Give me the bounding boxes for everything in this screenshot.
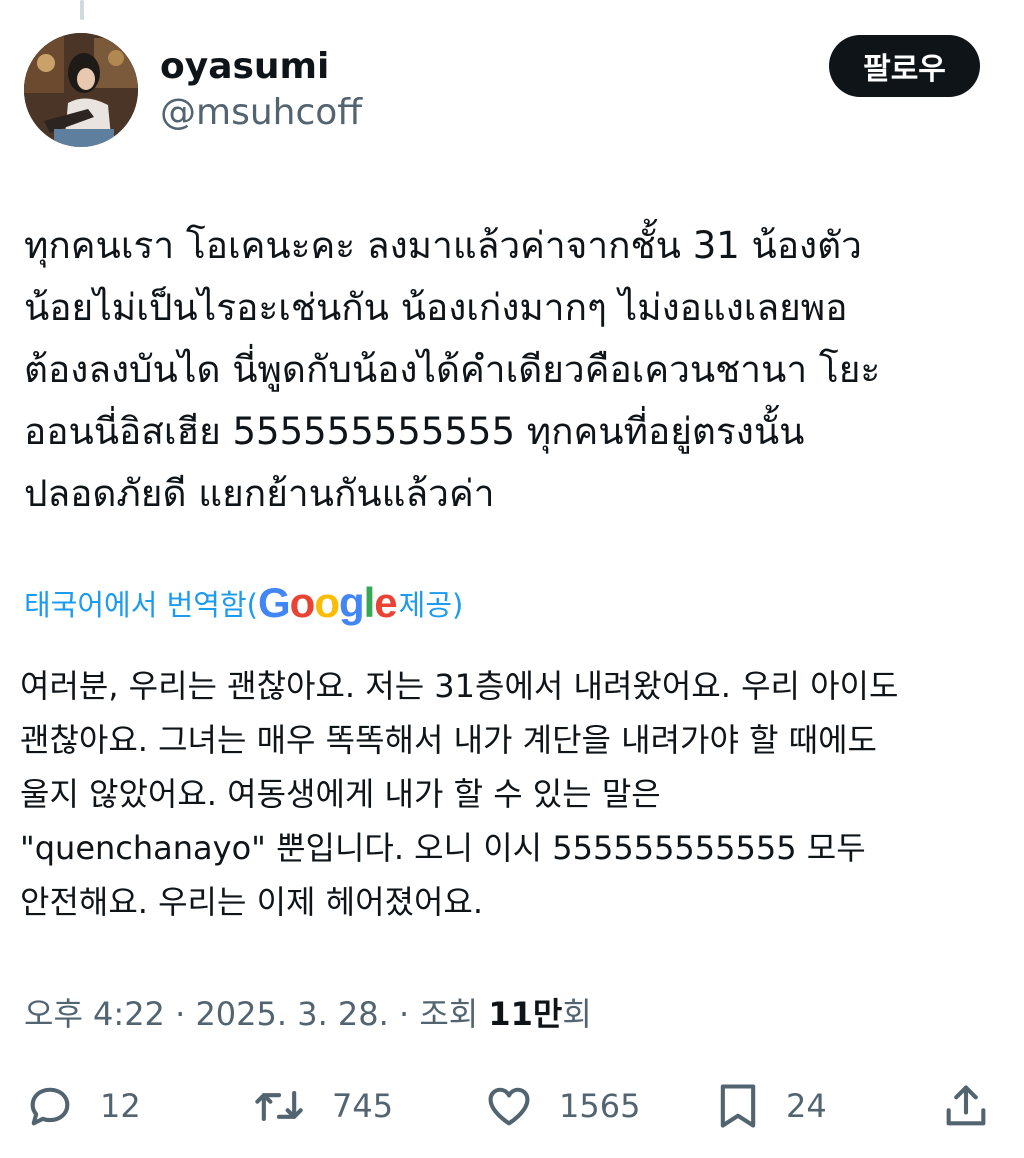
like-icon (483, 1080, 535, 1132)
author-display-name[interactable]: oyasumi (160, 44, 329, 90)
tweet-date[interactable]: 2025. 3. 28. (195, 995, 388, 1033)
views-prefix: 조회 (419, 995, 489, 1033)
share-icon (940, 1080, 992, 1132)
repost-button[interactable]: 745 (250, 1070, 393, 1142)
like-count: 1565 (559, 1087, 641, 1125)
author-handle[interactable]: @msuhcoff (160, 90, 362, 136)
bookmark-button[interactable]: 24 (714, 1070, 827, 1142)
views-count: 11만 (488, 995, 563, 1033)
avatar[interactable] (24, 33, 138, 147)
action-bar: 12 745 1565 24 (0, 1070, 1024, 1142)
repost-count: 745 (332, 1087, 394, 1125)
bookmark-icon (714, 1080, 762, 1132)
tweet-meta: 오후 4:22 · 2025. 3. 28. · 조회 11만회 (24, 990, 592, 1038)
meta-separator: · (388, 995, 420, 1033)
tweet-text: ทุกคนเรา โอเคนะคะ ลงมาแล้วค่าจากชั้น 31 … (24, 224, 881, 515)
reply-count: 12 (100, 1087, 141, 1125)
avatar-photo (24, 33, 138, 147)
share-button[interactable] (940, 1070, 992, 1142)
views-suffix: 회 (562, 995, 592, 1033)
translation-attribution[interactable]: 태국어에서 번역함( Google 제공) (24, 578, 463, 628)
google-logo: Google (257, 579, 398, 626)
translated-text: 여러분, 우리는 괜찮아요. 저는 31층에서 내려왔어요. 우리 아이도 괜찮… (20, 667, 899, 921)
reply-icon (24, 1080, 76, 1132)
follow-button[interactable]: 팔로우 (829, 35, 980, 97)
thread-connector-line (80, 0, 84, 20)
tweet-time[interactable]: 오후 4:22 (24, 995, 165, 1033)
translation-label-prefix: 태국어에서 번역함( (24, 588, 258, 622)
like-button[interactable]: 1565 (483, 1070, 640, 1142)
translation-label-suffix: 제공) (398, 588, 464, 622)
bookmark-count: 24 (786, 1087, 827, 1125)
repost-icon (250, 1080, 308, 1132)
meta-separator: · (164, 995, 196, 1033)
reply-button[interactable]: 12 (24, 1070, 141, 1142)
